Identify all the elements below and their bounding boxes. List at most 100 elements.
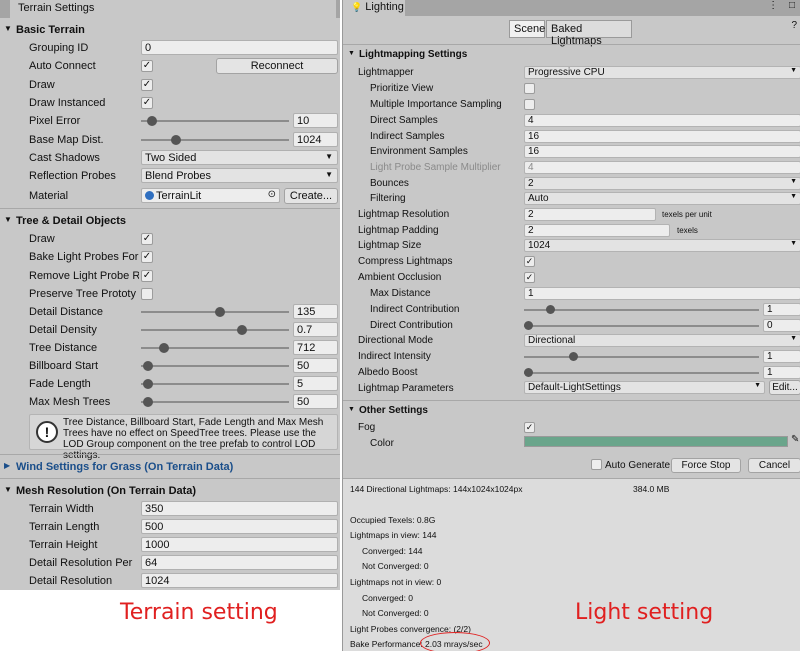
detail-distance-field[interactable]: 135 (293, 304, 338, 319)
foldout-closed-icon[interactable]: ▶ (4, 461, 10, 470)
direct-contribution-slider-handle[interactable] (524, 321, 533, 330)
tab-scene[interactable]: Scene (509, 20, 545, 38)
indirect-contribution-slider-handle[interactable] (546, 305, 555, 314)
fade-length-field[interactable]: 5 (293, 376, 338, 391)
billboard-start-field[interactable]: 50 (293, 358, 338, 373)
pixel-error-slider[interactable] (141, 120, 289, 122)
pixel-error-slider-handle[interactable] (147, 116, 157, 126)
detail-density-slider[interactable] (141, 329, 289, 331)
terrain-width-field[interactable]: 350 (141, 501, 338, 516)
detail-resolution-per-field[interactable]: 64 (141, 555, 338, 570)
maximize-icon[interactable]: □ (789, 0, 795, 11)
directional-mode-dropdown[interactable]: Directional ▼ (524, 334, 800, 347)
billboard-start-slider-handle[interactable] (143, 361, 153, 371)
bounces-dropdown[interactable]: 2 ▼ (524, 177, 800, 190)
billboard-start-row: Billboard Start 50 (0, 357, 340, 375)
bake-light-probes-checkbox[interactable]: ✓ (141, 251, 153, 263)
terrain-length-field[interactable]: 500 (141, 519, 338, 534)
other-settings-header[interactable]: ▼ Other Settings (343, 403, 800, 419)
foldout-open-icon[interactable]: ▼ (4, 215, 12, 224)
lightmapping-settings-header[interactable]: ▼ Lightmapping Settings (343, 47, 800, 63)
indirect-intensity-slider-handle[interactable] (569, 352, 578, 361)
auto-connect-checkbox[interactable]: ✓ (141, 60, 153, 72)
lightmap-size-dropdown[interactable]: 1024 ▼ (524, 239, 800, 252)
foldout-open-icon[interactable]: ▼ (4, 485, 12, 494)
edit-lightmap-parameters-button[interactable]: Edit... (769, 380, 800, 395)
lightmap-resolution-field[interactable]: 2 (524, 208, 656, 221)
foldout-open-icon[interactable]: ▼ (4, 24, 12, 33)
indirect-contribution-field[interactable]: 1 (763, 303, 800, 316)
lightmap-padding-field[interactable]: 2 (524, 224, 670, 237)
foldout-open-icon[interactable]: ▼ (348, 50, 355, 57)
chevron-down-icon: ▼ (790, 335, 797, 342)
prioritize-view-checkbox[interactable] (524, 83, 535, 94)
albedo-boost-slider-handle[interactable] (524, 368, 533, 377)
cast-shadows-dropdown[interactable]: Two Sided ▼ (141, 150, 338, 165)
terrain-height-field[interactable]: 1000 (141, 537, 338, 552)
help-icon[interactable]: ? (791, 20, 797, 31)
albedo-boost-slider[interactable] (524, 372, 759, 374)
direct-contribution-slider[interactable] (524, 325, 759, 327)
lightmapper-dropdown[interactable]: Progressive CPU ▼ (524, 66, 800, 79)
direct-contribution-field[interactable]: 0 (763, 319, 800, 332)
basic-terrain-header[interactable]: ▼ Basic Terrain (0, 21, 340, 39)
eyedropper-icon[interactable]: ✎ (791, 434, 799, 445)
force-stop-button[interactable]: Force Stop (671, 458, 741, 473)
terrain-settings-tab[interactable]: Terrain Settings (10, 0, 336, 18)
lighting-tab[interactable]: 💡 Lighting (343, 0, 405, 16)
max-mesh-trees-field[interactable]: 50 (293, 394, 338, 409)
detail-resolution-field[interactable]: 1024 (141, 573, 338, 588)
cancel-button[interactable]: Cancel (748, 458, 800, 473)
indirect-intensity-slider[interactable] (524, 356, 759, 358)
max-distance-field[interactable]: 1 (524, 287, 800, 300)
detail-density-field[interactable]: 0.7 (293, 322, 338, 337)
ambient-occlusion-checkbox[interactable]: ✓ (524, 272, 535, 283)
indirect-samples-field[interactable]: 16 (524, 130, 800, 143)
grouping-id-field[interactable]: 0 (141, 40, 338, 55)
material-field[interactable]: TerrainLit ⊙ (141, 188, 280, 203)
create-material-button[interactable]: Create... (284, 188, 338, 204)
base-map-dist-slider-handle[interactable] (171, 135, 181, 145)
foldout-open-icon[interactable]: ▼ (348, 406, 355, 413)
tree-distance-slider-handle[interactable] (159, 343, 169, 353)
lightmap-parameters-dropdown[interactable]: Default-LightSettings ▼ (524, 381, 765, 394)
reflection-probes-dropdown[interactable]: Blend Probes ▼ (141, 168, 338, 183)
draw-instanced-checkbox[interactable]: ✓ (141, 97, 153, 109)
auto-generate-checkbox[interactable] (591, 459, 602, 470)
fog-color-swatch[interactable] (524, 436, 788, 447)
environment-samples-field[interactable]: 16 (524, 145, 800, 158)
albedo-boost-field[interactable]: 1 (763, 366, 800, 379)
tab-baked-lightmaps[interactable]: Baked Lightmaps (546, 20, 632, 47)
detail-density-slider-handle[interactable] (237, 325, 247, 335)
wind-settings-header[interactable]: ▶ Wind Settings for Grass (On Terrain Da… (0, 458, 340, 476)
fade-length-slider-handle[interactable] (143, 379, 153, 389)
more-menu-icon[interactable]: ⋮ (768, 0, 778, 11)
tree-draw-checkbox[interactable]: ✓ (141, 233, 153, 245)
pixel-error-label: Pixel Error (29, 115, 81, 127)
tree-detail-header[interactable]: ▼ Tree & Detail Objects (0, 212, 340, 230)
compress-lightmaps-label: Compress Lightmaps (358, 256, 453, 267)
tree-distance-field[interactable]: 712 (293, 340, 338, 355)
billboard-start-slider[interactable] (141, 365, 289, 367)
fog-checkbox[interactable]: ✓ (524, 422, 535, 433)
max-mesh-trees-slider[interactable] (141, 401, 289, 403)
reconnect-button[interactable]: Reconnect (216, 58, 338, 74)
remove-light-probe-checkbox[interactable]: ✓ (141, 270, 153, 282)
max-mesh-trees-slider-handle[interactable] (143, 397, 153, 407)
base-map-dist-slider[interactable] (141, 139, 289, 141)
fade-length-slider[interactable] (141, 383, 289, 385)
filtering-dropdown[interactable]: Auto ▼ (524, 192, 800, 205)
detail-distance-slider-handle[interactable] (215, 307, 225, 317)
mis-checkbox[interactable] (524, 99, 535, 110)
pixel-error-field[interactable]: 10 (293, 113, 338, 128)
draw-checkbox[interactable]: ✓ (141, 79, 153, 91)
direct-samples-field[interactable]: 4 (524, 114, 800, 127)
base-map-dist-field[interactable]: 1024 (293, 132, 338, 147)
preserve-tree-checkbox[interactable] (141, 288, 153, 300)
auto-connect-label: Auto Connect (29, 60, 96, 72)
mesh-resolution-header[interactable]: ▼ Mesh Resolution (On Terrain Data) (0, 482, 340, 500)
indirect-intensity-field[interactable]: 1 (763, 350, 800, 363)
object-picker-icon[interactable]: ⊙ (268, 189, 276, 200)
indirect-contribution-slider[interactable] (524, 309, 759, 311)
compress-lightmaps-checkbox[interactable]: ✓ (524, 256, 535, 267)
